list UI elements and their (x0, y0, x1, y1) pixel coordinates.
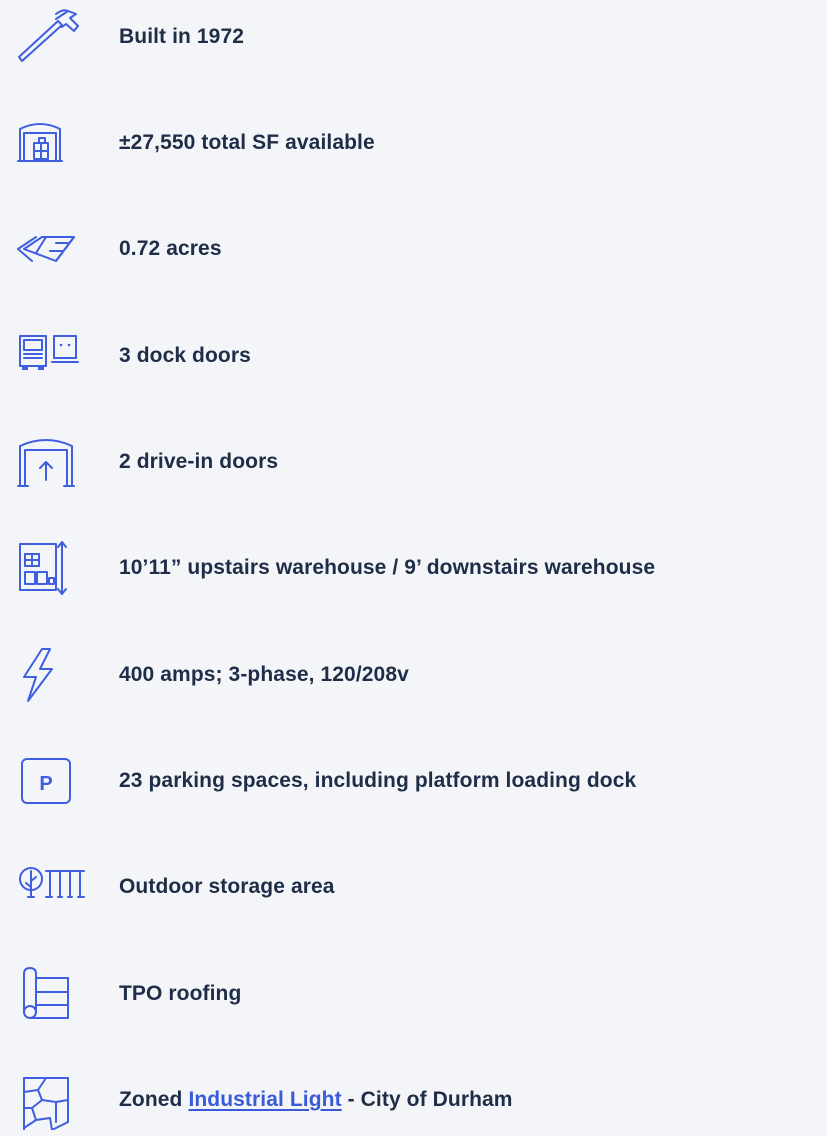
feature-parking: P 23 parking spaces, including platform … (0, 751, 827, 811)
drive-in-door-icon (16, 432, 88, 492)
outdoor-storage-icon (16, 857, 88, 917)
feature-power: 400 amps; 3-phase, 120/208v (0, 645, 827, 705)
warehouse-boxes-icon (16, 113, 88, 173)
zoning-link[interactable]: Industrial Light (188, 1088, 341, 1111)
feature-total-sf: ±27,550 total SF available (0, 113, 827, 173)
feature-label: Built in 1972 (119, 25, 245, 48)
lightning-icon (16, 645, 88, 705)
zoning-suffix: - City of Durham (341, 1088, 513, 1111)
truck-dock-icon (16, 326, 88, 386)
zoning-map-icon (16, 1070, 88, 1130)
roof-icon (16, 964, 88, 1024)
feature-zoning: Zoned Industrial Light - City of Durham (0, 1070, 827, 1130)
feature-clear-height: 10’11” upstairs warehouse / 9’ downstair… (0, 538, 827, 598)
feature-label: ±27,550 total SF available (119, 131, 375, 154)
feature-label: Zoned Industrial Light - City of Durham (119, 1070, 513, 1130)
feature-drive-in-doors: 2 drive-in doors (0, 432, 827, 492)
feature-dock-doors: 3 dock doors (0, 326, 827, 386)
feature-label: 10’11” upstairs warehouse / 9’ downstair… (119, 556, 656, 579)
feature-roofing: TPO roofing (0, 964, 827, 1024)
property-features-list: Built in 1972 ±27,550 total SF available (0, 0, 827, 1136)
feature-label: 0.72 acres (119, 237, 222, 260)
feature-label: TPO roofing (119, 982, 242, 1005)
feature-outdoor-storage: Outdoor storage area (0, 857, 827, 917)
feature-label: Outdoor storage area (119, 875, 335, 898)
feature-label: 23 parking spaces, including platform lo… (119, 769, 637, 792)
parking-icon: P (16, 751, 88, 811)
zoning-prefix: Zoned (119, 1088, 189, 1111)
feature-label: 3 dock doors (119, 344, 251, 367)
parking-icon-letter: P (39, 773, 52, 795)
feature-built-year: Built in 1972 (0, 7, 827, 67)
land-parcel-icon (16, 219, 88, 279)
feature-label: 2 drive-in doors (119, 450, 279, 473)
hammer-icon (16, 7, 88, 67)
ceiling-height-icon (16, 538, 88, 598)
feature-label: 400 amps; 3-phase, 120/208v (119, 663, 409, 686)
feature-acreage: 0.72 acres (0, 219, 827, 279)
